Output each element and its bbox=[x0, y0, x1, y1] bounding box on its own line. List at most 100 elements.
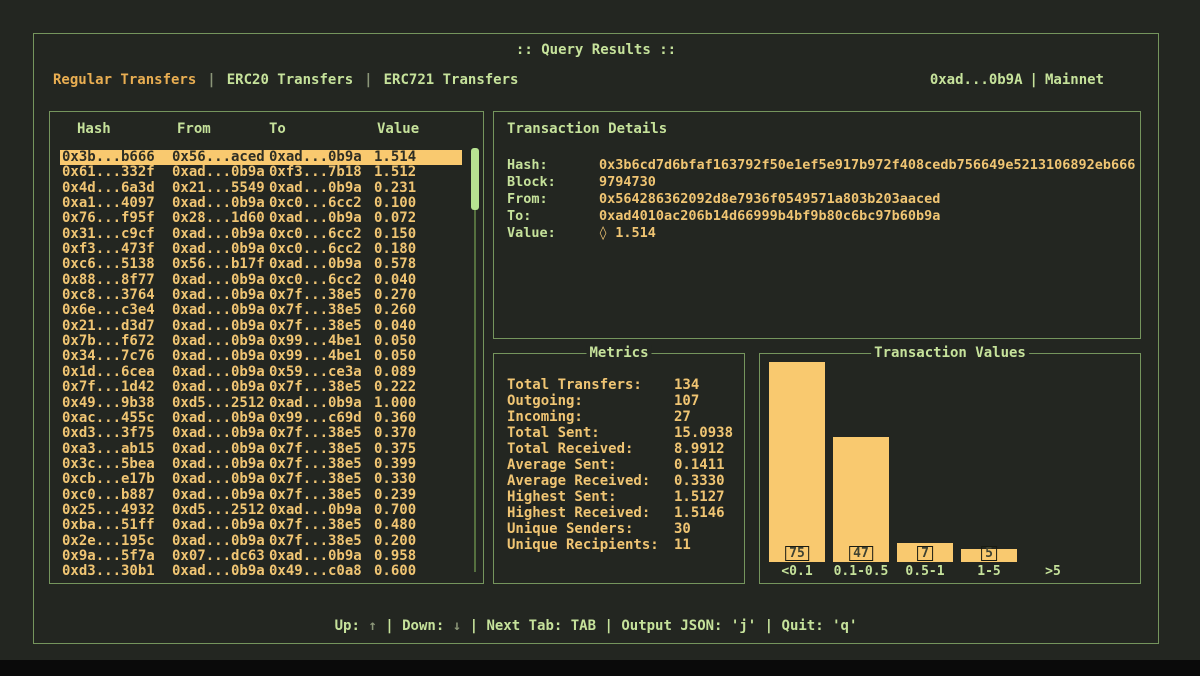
x-axis-labels: <0.10.1-0.50.5-11-5>5 bbox=[769, 564, 1081, 579]
cell-value: 1.514 bbox=[374, 150, 462, 165]
details-title: Transaction Details bbox=[494, 112, 1140, 137]
metric-label: Total Transfers: bbox=[507, 377, 674, 393]
bar-0.5-1: 7 bbox=[897, 543, 953, 562]
table-row[interactable]: 0x21...d3d70xad...0b9a0x7f...38e50.040 bbox=[60, 319, 462, 334]
cell-from: 0x28...1d60 bbox=[172, 211, 269, 226]
cell-hash: 0xc6...5138 bbox=[62, 257, 172, 272]
cell-value: 0.360 bbox=[374, 411, 462, 426]
cell-to: 0x99...4be1 bbox=[269, 349, 374, 364]
cell-to: 0x99...4be1 bbox=[269, 334, 374, 349]
table-row[interactable]: 0x3c...5bea0xad...0b9a0x7f...38e50.399 bbox=[60, 457, 462, 472]
cell-value: 0.239 bbox=[374, 488, 462, 503]
cell-from: 0xad...0b9a bbox=[172, 365, 269, 380]
table-row[interactable]: 0xa3...ab150xad...0b9a0x7f...38e50.375 bbox=[60, 442, 462, 457]
metric-value: 11 bbox=[674, 537, 744, 553]
cell-value: 0.958 bbox=[374, 549, 462, 564]
detail-label: From: bbox=[507, 191, 599, 208]
cell-hash: 0xcb...e17b bbox=[62, 472, 172, 487]
metric-label: Unique Recipients: bbox=[507, 537, 674, 553]
table-row[interactable]: 0xc6...51380x56...b17f0xad...0b9a0.578 bbox=[60, 257, 462, 272]
scrollbar-track[interactable] bbox=[474, 148, 476, 572]
table-row[interactable]: 0xac...455c0xad...0b9a0x99...c69d0.360 bbox=[60, 411, 462, 426]
cell-value: 0.330 bbox=[374, 472, 462, 487]
table-row[interactable]: 0x9a...5f7a0x07...dc630xad...0b9a0.958 bbox=[60, 549, 462, 564]
table-row[interactable]: 0xba...51ff0xad...0b9a0x7f...38e50.480 bbox=[60, 518, 462, 533]
cell-value: 0.700 bbox=[374, 503, 462, 518]
table-row[interactable]: 0x61...332f0xad...0b9a0xf3...7b181.512 bbox=[60, 165, 462, 180]
column-header-to: To bbox=[269, 121, 374, 143]
cell-hash: 0x21...d3d7 bbox=[62, 319, 172, 334]
scrollbar-thumb[interactable] bbox=[471, 148, 479, 210]
app-frame: :: Query Results :: Regular Transfers|ER… bbox=[33, 33, 1159, 644]
cell-to: 0xad...0b9a bbox=[269, 211, 374, 226]
tab-erc721-transfers[interactable]: ERC721 Transfers bbox=[384, 72, 519, 88]
table-row[interactable]: 0xd3...30b10xad...0b9a0x49...c0a80.600 bbox=[60, 564, 462, 579]
table-row[interactable]: 0xc0...b8870xad...0b9a0x7f...38e50.239 bbox=[60, 488, 462, 503]
cell-to: 0x99...c69d bbox=[269, 411, 374, 426]
cell-from: 0xad...0b9a bbox=[172, 426, 269, 441]
tab-regular-transfers[interactable]: Regular Transfers bbox=[53, 72, 196, 88]
table-row[interactable]: 0x25...49320xd5...25120xad...0b9a0.700 bbox=[60, 503, 462, 518]
cell-hash: 0xa1...4097 bbox=[62, 196, 172, 211]
metric-label: Average Received: bbox=[507, 473, 674, 489]
cell-from: 0xad...0b9a bbox=[172, 488, 269, 503]
table-row[interactable]: 0x2e...195c0xad...0b9a0x7f...38e50.200 bbox=[60, 534, 462, 549]
table-row[interactable]: 0x76...f95f0x28...1d600xad...0b9a0.072 bbox=[60, 211, 462, 226]
cell-hash: 0x7f...1d42 bbox=[62, 380, 172, 395]
cell-to: 0x7f...38e5 bbox=[269, 319, 374, 334]
table-row[interactable]: 0xf3...473f0xad...0b9a0xc0...6cc20.180 bbox=[60, 242, 462, 257]
x-axis-label: 0.5-1 bbox=[897, 564, 953, 579]
keyboard-hints-bar: Up: ↑ | Down: ↓ | Next Tab: TAB | Output… bbox=[34, 618, 1158, 634]
table-row[interactable]: 0x1d...6cea0xad...0b9a0x59...ce3a0.089 bbox=[60, 365, 462, 380]
cell-from: 0x56...aced bbox=[172, 150, 269, 165]
detail-value: 0x564286362092d8e7936f0549571a803b203aac… bbox=[599, 191, 1140, 208]
detail-label: Hash: bbox=[507, 157, 599, 174]
table-row[interactable]: 0x6e...c3e40xad...0b9a0x7f...38e50.260 bbox=[60, 303, 462, 318]
cell-to: 0x49...c0a8 bbox=[269, 564, 374, 579]
table-row[interactable]: 0x4d...6a3d0x21...55490xad...0b9a0.231 bbox=[60, 181, 462, 196]
cell-hash: 0x6e...c3e4 bbox=[62, 303, 172, 318]
table-row[interactable]: 0xc8...37640xad...0b9a0x7f...38e50.270 bbox=[60, 288, 462, 303]
bar-slot: 5 bbox=[961, 362, 1017, 562]
cell-value: 0.222 bbox=[374, 380, 462, 395]
cell-value: 0.100 bbox=[374, 196, 462, 211]
table-row[interactable]: 0x7f...1d420xad...0b9a0x7f...38e50.222 bbox=[60, 380, 462, 395]
cell-hash: 0xd3...3f75 bbox=[62, 426, 172, 441]
table-row[interactable]: 0xcb...e17b0xad...0b9a0x7f...38e50.330 bbox=[60, 472, 462, 487]
bar-slot: 7 bbox=[897, 362, 953, 562]
metric-item: Unique Recipients:11 bbox=[494, 537, 744, 553]
cell-value: 0.040 bbox=[374, 273, 462, 288]
table-row[interactable]: 0xd3...3f750xad...0b9a0x7f...38e50.370 bbox=[60, 426, 462, 441]
table-row[interactable]: 0x34...7c760xad...0b9a0x99...4be10.050 bbox=[60, 349, 462, 364]
cell-from: 0xd5...2512 bbox=[172, 503, 269, 518]
table-header: HashFromToValue bbox=[62, 121, 462, 143]
cell-to: 0xc0...6cc2 bbox=[269, 196, 374, 211]
cell-hash: 0x2e...195c bbox=[62, 534, 172, 549]
bar-slot bbox=[1025, 362, 1081, 562]
cell-to: 0x7f...38e5 bbox=[269, 288, 374, 303]
cell-hash: 0x76...f95f bbox=[62, 211, 172, 226]
cell-value: 0.231 bbox=[374, 181, 462, 196]
table-row[interactable]: 0xa1...40970xad...0b9a0xc0...6cc20.100 bbox=[60, 196, 462, 211]
cell-hash: 0x61...332f bbox=[62, 165, 172, 180]
cell-from: 0xd5...2512 bbox=[172, 396, 269, 411]
cell-to: 0xad...0b9a bbox=[269, 181, 374, 196]
table-row[interactable]: 0x31...c9cf0xad...0b9a0xc0...6cc20.150 bbox=[60, 227, 462, 242]
cell-hash: 0xc0...b887 bbox=[62, 488, 172, 503]
table-row[interactable]: 0x49...9b380xd5...25120xad...0b9a1.000 bbox=[60, 396, 462, 411]
cell-to: 0x7f...38e5 bbox=[269, 488, 374, 503]
cell-from: 0x07...dc63 bbox=[172, 549, 269, 564]
table-row[interactable]: 0x3b...b6660x56...aced0xad...0b9a1.514 bbox=[60, 150, 462, 165]
table-row[interactable]: 0x7b...f6720xad...0b9a0x99...4be10.050 bbox=[60, 334, 462, 349]
metric-value: 0.1411 bbox=[674, 457, 744, 473]
tab-erc20-transfers[interactable]: ERC20 Transfers bbox=[227, 72, 353, 88]
cell-value: 1.512 bbox=[374, 165, 462, 180]
cell-value: 0.375 bbox=[374, 442, 462, 457]
cell-from: 0xad...0b9a bbox=[172, 534, 269, 549]
cell-from: 0xad...0b9a bbox=[172, 457, 269, 472]
cell-to: 0xc0...6cc2 bbox=[269, 242, 374, 257]
metrics-list: Total Transfers:134Outgoing:107Incoming:… bbox=[494, 377, 744, 553]
metric-item: Total Sent:15.0938 bbox=[494, 425, 744, 441]
cell-value: 0.200 bbox=[374, 534, 462, 549]
table-row[interactable]: 0x88...8f770xad...0b9a0xc0...6cc20.040 bbox=[60, 273, 462, 288]
